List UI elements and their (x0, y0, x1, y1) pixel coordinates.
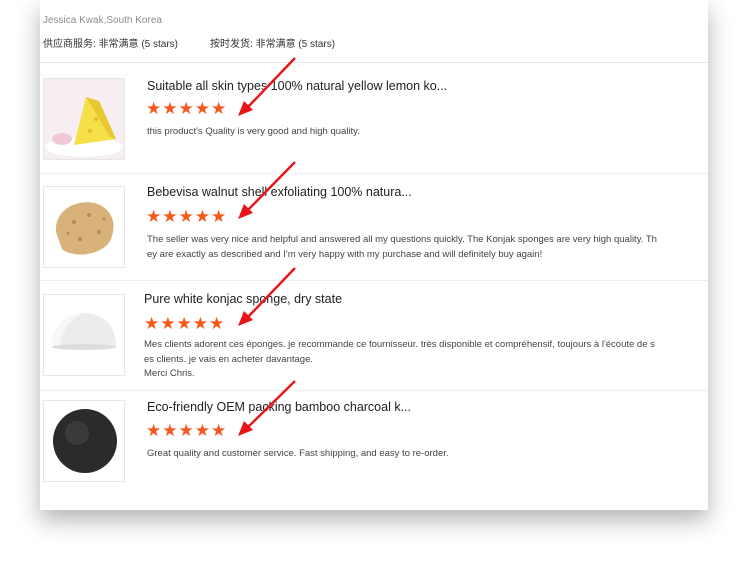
star-icon: ★ (194, 99, 210, 118)
review-text-line: Great quality and customer service. Fast… (147, 448, 449, 459)
star-icon: ★ (211, 207, 227, 226)
walnut-shell-sponge-image (44, 187, 124, 267)
reviewer-name-location: Jessica Kwak,South Korea (43, 15, 162, 26)
star-icon: ★ (162, 421, 178, 440)
product-thumbnail[interactable] (43, 186, 125, 268)
review-text-line: es clients. je vais en acheter davantage… (144, 353, 313, 365)
product-thumbnail[interactable] (43, 400, 125, 482)
star-icon: ★ (144, 314, 160, 333)
on-time-shipment-rating: 按时发货: 非常满意 (5 stars) (210, 39, 336, 50)
yellow-lemon-sponge-image (44, 79, 124, 159)
product-title[interactable]: Bebevisa walnut shell exfoliating 100% n… (147, 185, 412, 199)
star-rating: ★★★★★ (146, 100, 227, 118)
review-text-line: Mes clients adorent ces éponges. je reco… (144, 339, 655, 350)
product-title[interactable]: Eco-friendly OEM packing bamboo charcoal… (147, 400, 411, 414)
star-icon: ★ (192, 314, 208, 333)
star-icon: ★ (194, 207, 210, 226)
star-icon: ★ (178, 207, 194, 226)
star-icon: ★ (211, 99, 227, 118)
star-icon: ★ (146, 99, 162, 118)
star-icon: ★ (162, 99, 178, 118)
review-text-line: The seller was very nice and helpful and… (147, 234, 657, 245)
review-item: Suitable all skin types 100% natural yel… (40, 62, 708, 174)
white-konjac-sponge-image (44, 295, 124, 375)
star-icon: ★ (146, 207, 162, 226)
review-text-line: Merci Chris. (144, 368, 195, 379)
star-icon: ★ (178, 99, 194, 118)
charcoal-konjac-sponge-image (44, 401, 124, 481)
review-text: Mes clients adorent ces éponges. je reco… (144, 338, 669, 382)
star-icon: ★ (209, 314, 225, 333)
review-item: Pure white konjac sponge, dry state ★★★★… (40, 280, 708, 391)
star-icon: ★ (211, 421, 227, 440)
star-rating: ★★★★★ (146, 208, 227, 226)
star-rating: ★★★★★ (146, 422, 227, 440)
star-icon: ★ (178, 421, 194, 440)
star-icon: ★ (194, 421, 210, 440)
reviewer-ratings: 供应商服务: 非常满意 (5 stars) 按时发货: 非常满意 (5 stars… (43, 35, 335, 50)
product-title[interactable]: Suitable all skin types 100% natural yel… (147, 79, 447, 93)
review-text: this product's Quality is very good and … (147, 125, 672, 140)
star-rating: ★★★★★ (144, 315, 225, 333)
product-thumbnail[interactable] (43, 294, 125, 376)
star-icon: ★ (160, 314, 176, 333)
product-title[interactable]: Pure white konjac sponge, dry state (144, 292, 342, 306)
product-thumbnail[interactable] (43, 78, 125, 160)
review-item: Eco-friendly OEM packing bamboo charcoal… (40, 390, 708, 510)
star-icon: ★ (146, 421, 162, 440)
review-text-line: ey are exactly as described and I'm very… (147, 248, 543, 260)
review-text: The seller was very nice and helpful and… (147, 233, 672, 262)
review-text-line: this product's Quality is very good and … (147, 126, 360, 137)
reviewer-header: Jessica Kwak,South Korea 供应商服务: 非常满意 (5 … (40, 0, 708, 63)
review-text: Great quality and customer service. Fast… (147, 447, 672, 462)
review-item: Bebevisa walnut shell exfoliating 100% n… (40, 173, 708, 281)
supplier-service-rating: 供应商服务: 非常满意 (5 stars) (43, 39, 179, 50)
star-icon: ★ (176, 314, 192, 333)
review-card: Jessica Kwak,South Korea 供应商服务: 非常满意 (5 … (40, 0, 708, 510)
star-icon: ★ (162, 207, 178, 226)
